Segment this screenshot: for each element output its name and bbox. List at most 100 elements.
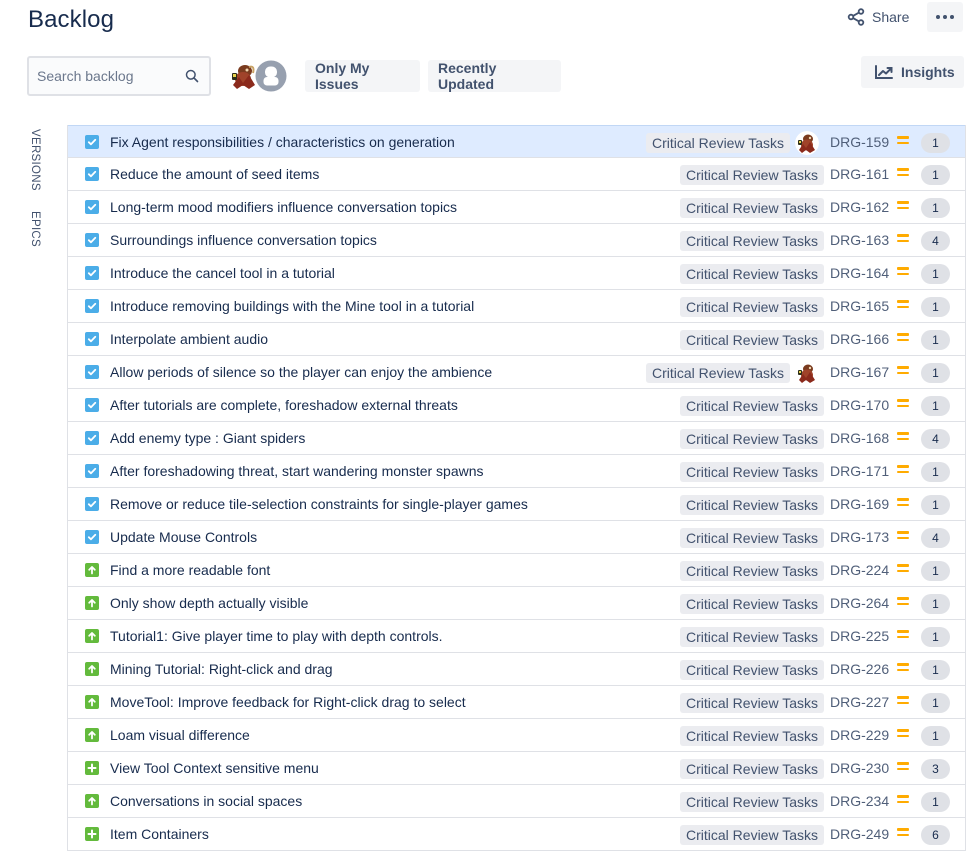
issue-summary[interactable]: Introduce the cancel tool in a tutorial [110, 265, 335, 281]
epic-label[interactable]: Critical Review Tasks [680, 825, 824, 845]
epic-label[interactable]: Critical Review Tasks [680, 660, 824, 680]
search-input[interactable] [37, 68, 177, 84]
issue-row[interactable]: Remove or reduce tile-selection constrai… [68, 488, 965, 521]
issue-row[interactable]: Item Containers Critical Review Tasks DRG-… [68, 818, 965, 851]
issue-summary[interactable]: Item Containers [110, 826, 209, 842]
issue-key[interactable]: DRG-166 [830, 331, 889, 347]
epic-label[interactable]: Critical Review Tasks [680, 165, 824, 185]
issue-summary[interactable]: Mining Tutorial: Right-click and drag [110, 661, 333, 677]
epic-label[interactable]: Critical Review Tasks [680, 231, 824, 251]
epic-label[interactable]: Critical Review Tasks [646, 133, 790, 153]
issue-row[interactable]: Long-term mood modifiers influence conve… [68, 191, 965, 224]
epic-label[interactable]: Critical Review Tasks [680, 396, 824, 416]
issue-key[interactable]: DRG-225 [830, 628, 889, 644]
issue-key[interactable]: DRG-163 [830, 232, 889, 248]
issue-summary[interactable]: After tutorials are complete, foreshadow… [110, 397, 458, 413]
issue-row[interactable]: Interpolate ambient audio Critical Review… [68, 323, 965, 356]
issue-summary[interactable]: Allow periods of silence so the player c… [110, 364, 492, 380]
issue-summary[interactable]: Surroundings influence conversation topi… [110, 232, 377, 248]
issue-key[interactable]: DRG-164 [830, 265, 889, 281]
issue-key[interactable]: DRG-230 [830, 760, 889, 776]
issue-key[interactable]: DRG-249 [830, 826, 889, 842]
issue-key[interactable]: DRG-173 [830, 529, 889, 545]
issue-row[interactable]: Conversations in social spaces Critical R… [68, 785, 965, 818]
search-field[interactable] [27, 56, 211, 96]
issue-key[interactable]: DRG-167 [830, 364, 889, 380]
issue-row[interactable]: Only show depth actually visible Critical… [68, 587, 965, 620]
epic-label[interactable]: Critical Review Tasks [680, 792, 824, 812]
issue-row[interactable]: Mining Tutorial: Right-click and drag Cri… [68, 653, 965, 686]
epic-label[interactable]: Critical Review Tasks [680, 594, 824, 614]
issue-row[interactable]: Fix Agent responsibilities / characteris… [68, 125, 965, 158]
epic-label[interactable]: Critical Review Tasks [680, 198, 824, 218]
issue-summary[interactable]: Conversations in social spaces [110, 793, 302, 809]
issue-key[interactable]: DRG-165 [830, 298, 889, 314]
issue-row[interactable]: View Tool Context sensitive menu Critical… [68, 752, 965, 785]
epic-label[interactable]: Critical Review Tasks [680, 462, 824, 482]
issue-row[interactable]: Update Mouse Controls Critical Review Tas… [68, 521, 965, 554]
issue-summary[interactable]: Loam visual difference [110, 727, 250, 743]
epic-label[interactable]: Critical Review Tasks [680, 627, 824, 647]
issue-key[interactable]: DRG-227 [830, 694, 889, 710]
epic-label[interactable]: Critical Review Tasks [680, 429, 824, 449]
issue-row[interactable]: After tutorials are complete, foreshadow… [68, 389, 965, 422]
issue-summary[interactable]: Tutorial1: Give player time to play with… [110, 628, 443, 644]
issue-summary[interactable]: Only show depth actually visible [110, 595, 308, 611]
epic-label[interactable]: Critical Review Tasks [680, 330, 824, 350]
issue-summary[interactable]: Remove or reduce tile-selection constrai… [110, 496, 528, 512]
issue-row[interactable]: Reduce the amount of seed items Critical … [68, 158, 965, 191]
mascot-avatar[interactable] [229, 61, 257, 91]
epic-label[interactable]: Critical Review Tasks [680, 495, 824, 515]
issue-summary[interactable]: Introduce removing buildings with the Mi… [110, 298, 474, 314]
issue-key[interactable]: DRG-224 [830, 562, 889, 578]
issue-row[interactable]: Add enemy type : Giant spiders Critical R… [68, 422, 965, 455]
issue-key[interactable]: DRG-226 [830, 661, 889, 677]
issue-key[interactable]: DRG-234 [830, 793, 889, 809]
issue-summary[interactable]: After foreshadowing threat, start wander… [110, 463, 484, 479]
issue-key[interactable]: DRG-161 [830, 166, 889, 182]
issue-summary[interactable]: Fix Agent responsibilities / characteris… [110, 134, 455, 150]
epic-label[interactable]: Critical Review Tasks [680, 264, 824, 284]
issue-row[interactable]: Loam visual difference Critical Review Ta… [68, 719, 965, 752]
issue-summary[interactable]: Long-term mood modifiers influence conve… [110, 199, 457, 215]
issue-row[interactable]: Allow periods of silence so the player c… [68, 356, 965, 389]
epic-label[interactable]: Critical Review Tasks [680, 528, 824, 548]
side-tab-versions[interactable]: VERSIONS [29, 129, 41, 191]
issue-summary[interactable]: Reduce the amount of seed items [110, 166, 319, 182]
issue-key[interactable]: DRG-168 [830, 430, 889, 446]
quick-filter-only-my-issues[interactable]: Only My Issues [305, 60, 420, 92]
issue-key[interactable]: DRG-171 [830, 463, 889, 479]
issue-key[interactable]: DRG-229 [830, 727, 889, 743]
issue-summary[interactable]: Interpolate ambient audio [110, 331, 268, 347]
issue-key[interactable]: DRG-162 [830, 199, 889, 215]
epic-label[interactable]: Critical Review Tasks [680, 693, 824, 713]
epic-label[interactable]: Critical Review Tasks [680, 726, 824, 746]
issue-row[interactable]: MoveTool: Improve feedback for Right-cli… [68, 686, 965, 719]
issue-summary[interactable]: Find a more readable font [110, 562, 270, 578]
issue-key[interactable]: DRG-159 [830, 134, 889, 150]
issue-summary[interactable]: View Tool Context sensitive menu [110, 760, 319, 776]
share-button[interactable]: Share [838, 2, 917, 32]
issue-row[interactable]: Introduce the cancel tool in a tutorial C… [68, 257, 965, 290]
more-actions-button[interactable] [927, 2, 963, 32]
issue-key[interactable]: DRG-264 [830, 595, 889, 611]
issue-row[interactable]: Introduce removing buildings with the Mi… [68, 290, 965, 323]
epic-label[interactable]: Critical Review Tasks [680, 561, 824, 581]
quick-filter-recently-updated[interactable]: Recently Updated [428, 60, 561, 92]
issue-key[interactable]: DRG-170 [830, 397, 889, 413]
search-icon [185, 69, 199, 83]
issue-row[interactable]: Surroundings influence conversation topi… [68, 224, 965, 257]
issue-row[interactable]: After foreshadowing threat, start wander… [68, 455, 965, 488]
insights-button[interactable]: Insights [861, 56, 964, 88]
issue-row[interactable]: Find a more readable font Critical Review… [68, 554, 965, 587]
epic-label[interactable]: Critical Review Tasks [680, 759, 824, 779]
issue-row[interactable]: Tutorial1: Give player time to play with… [68, 620, 965, 653]
epic-label[interactable]: Critical Review Tasks [646, 363, 790, 383]
issue-summary[interactable]: Update Mouse Controls [110, 529, 257, 545]
issue-summary[interactable]: Add enemy type : Giant spiders [110, 430, 305, 446]
default-avatar[interactable] [255, 60, 287, 92]
issue-summary[interactable]: MoveTool: Improve feedback for Right-cli… [110, 694, 466, 710]
epic-label[interactable]: Critical Review Tasks [680, 297, 824, 317]
side-tab-epics[interactable]: EPICS [29, 211, 41, 247]
issue-key[interactable]: DRG-169 [830, 496, 889, 512]
